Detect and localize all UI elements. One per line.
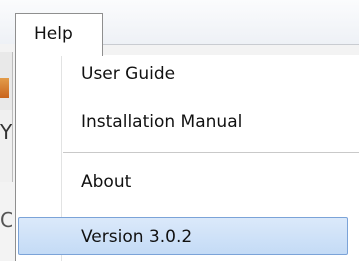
menu-bar-divider: [103, 44, 359, 45]
menu-item-label: User Guide: [81, 64, 176, 84]
menu-item-version[interactable]: Version 3.0.2: [16, 218, 359, 255]
menu-item-installation-manual[interactable]: Installation Manual: [16, 105, 359, 139]
help-menu-label: Help: [34, 24, 73, 44]
menu-item-user-guide[interactable]: User Guide: [16, 57, 359, 91]
menu-item-label: Version 3.0.2: [81, 227, 193, 247]
menu-item-label: Installation Manual: [81, 112, 243, 132]
help-dropdown-menu: User Guide Installation Manual About Ver…: [15, 55, 359, 261]
menu-item-label: About: [81, 172, 132, 192]
menu-item-about[interactable]: About: [16, 165, 359, 199]
background-glyph: C: [0, 208, 12, 232]
background-glyph: Y: [0, 120, 12, 144]
menu-separator: [63, 152, 359, 154]
help-menu-header[interactable]: Help: [15, 13, 103, 56]
background-toolbar-icon: [0, 78, 9, 98]
